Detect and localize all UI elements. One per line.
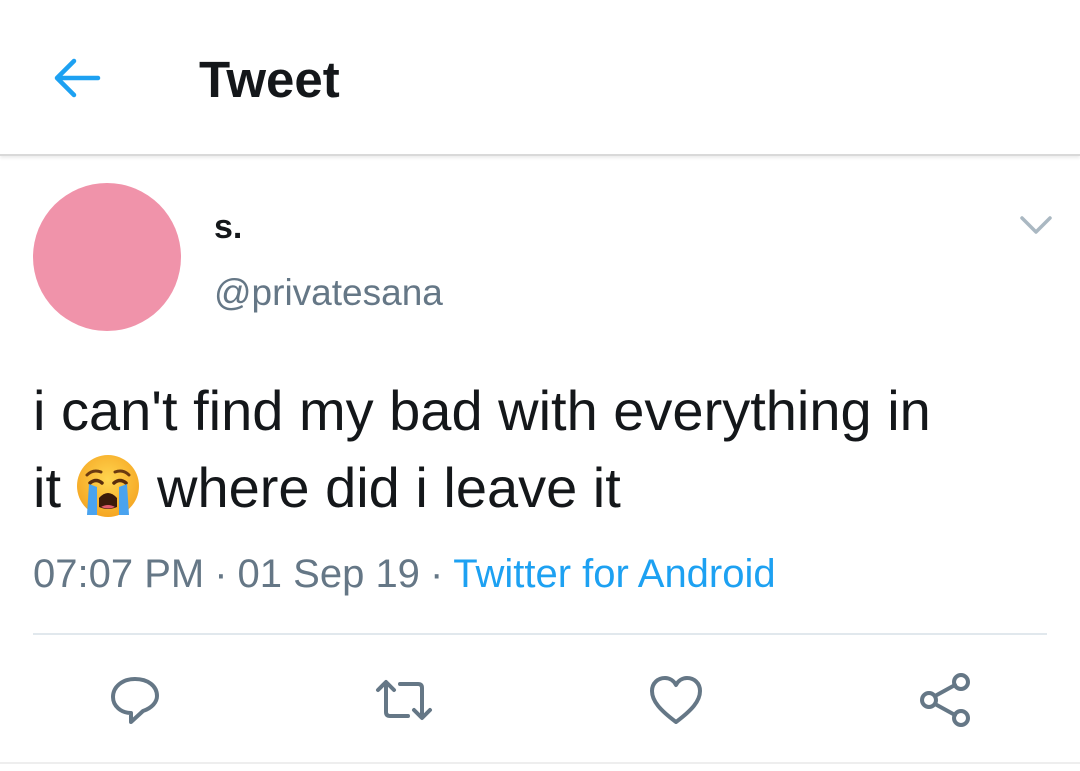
tweet-menu-button[interactable] bbox=[1014, 205, 1058, 245]
tweet-text-before-emoji: it bbox=[33, 456, 61, 519]
tweet-date: 01 Sep 19 bbox=[237, 552, 420, 596]
page-title: Tweet bbox=[199, 51, 340, 108]
heart-icon bbox=[650, 676, 702, 724]
retweet-button[interactable] bbox=[372, 668, 436, 732]
chevron-down-icon bbox=[1020, 216, 1052, 234]
share-icon bbox=[920, 673, 970, 727]
avatar[interactable] bbox=[33, 183, 181, 331]
tweet-text-after-emoji: where did i leave it bbox=[157, 456, 621, 519]
retweet-icon bbox=[376, 680, 432, 720]
share-button[interactable] bbox=[913, 668, 977, 732]
author-handle[interactable]: @privatesana bbox=[214, 270, 443, 316]
tweet-time: 07:07 PM bbox=[33, 552, 205, 596]
tweet-meta: 07:07 PM · 01 Sep 19 · Twitter for Android bbox=[33, 548, 776, 600]
loudly-crying-face-emoji bbox=[77, 455, 139, 517]
author-display-name[interactable]: s. bbox=[214, 205, 242, 249]
tweet-text-line-2: it where did i leave it bbox=[33, 449, 1053, 526]
tweet-text: i can't find my bad with everything in i… bbox=[33, 372, 1053, 526]
meta-separator: · bbox=[214, 552, 228, 596]
meta-separator: · bbox=[429, 552, 444, 596]
bottom-divider bbox=[0, 762, 1080, 764]
like-button[interactable] bbox=[644, 668, 708, 732]
speech-bubble-icon bbox=[111, 677, 159, 724]
divider bbox=[33, 633, 1047, 635]
back-button[interactable] bbox=[46, 48, 106, 108]
tweet-source-link[interactable]: Twitter for Android bbox=[453, 552, 775, 596]
reply-button[interactable] bbox=[103, 668, 167, 732]
tweet-text-line-1: i can't find my bad with everything in bbox=[33, 379, 931, 442]
tweet-detail-screen: Tweet s. @privatesana i can't find my ba… bbox=[0, 0, 1080, 771]
top-app-bar: Tweet bbox=[0, 0, 1080, 156]
arrow-left-icon bbox=[54, 58, 101, 98]
